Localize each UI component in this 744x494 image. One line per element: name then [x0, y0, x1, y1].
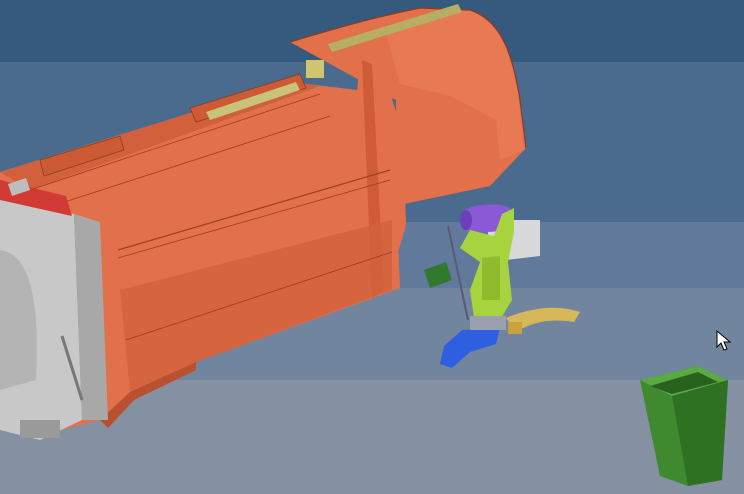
- lifter-hook: [506, 307, 580, 334]
- lifter-gripper: [440, 316, 506, 368]
- waste-bin[interactable]: [640, 366, 728, 486]
- arrow-cursor-icon: [716, 330, 732, 351]
- 3d-viewport[interactable]: [0, 0, 744, 494]
- scene-model[interactable]: [0, 0, 744, 494]
